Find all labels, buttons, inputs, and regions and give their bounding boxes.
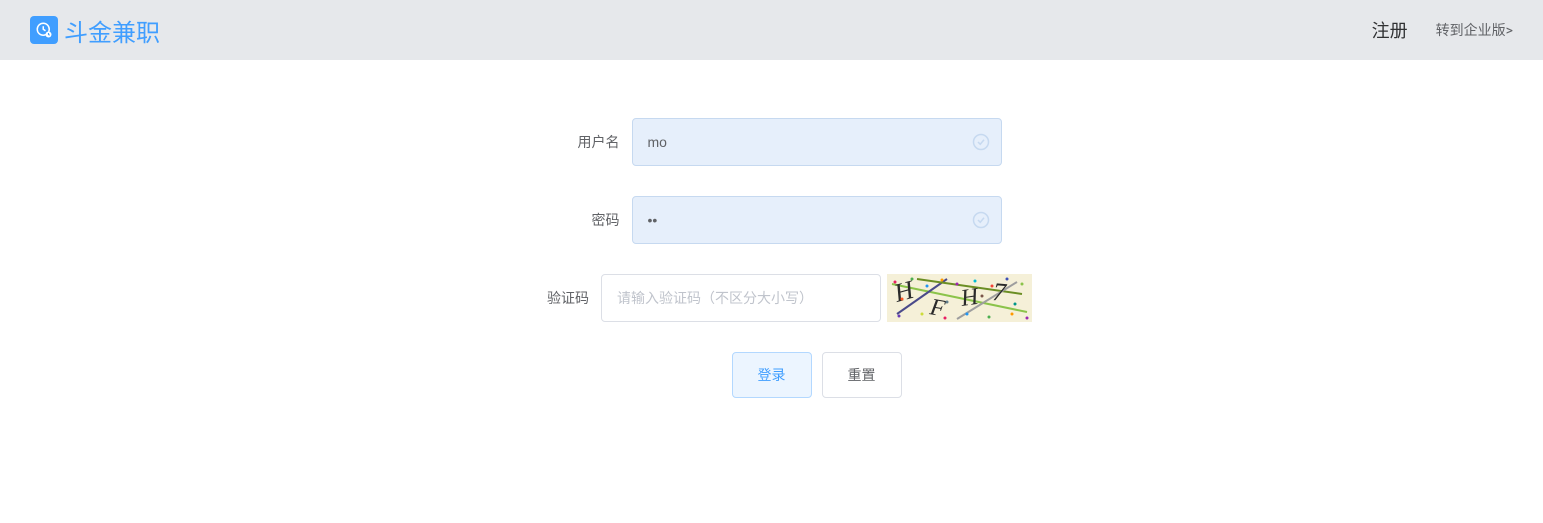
- reset-button[interactable]: 重置: [822, 352, 902, 398]
- captcha-input-wrapper: [601, 274, 881, 322]
- clock-logo-icon: [30, 16, 58, 44]
- password-input-wrapper: [632, 196, 1002, 244]
- enterprise-link[interactable]: 转到企业版>: [1436, 20, 1513, 40]
- register-link[interactable]: 注册: [1372, 17, 1408, 43]
- check-icon: [972, 133, 990, 151]
- login-form: 用户名 密码 验证码: [272, 118, 1272, 398]
- brand-name: 斗金兼职: [64, 13, 160, 48]
- username-label: 用户名: [542, 132, 632, 152]
- username-input-wrapper: [632, 118, 1002, 166]
- password-label: 密码: [542, 210, 632, 230]
- check-icon: [972, 211, 990, 229]
- username-row: 用户名: [292, 118, 1252, 166]
- captcha-input[interactable]: [601, 274, 881, 322]
- button-row: 登录 重置: [382, 352, 1252, 398]
- captcha-image[interactable]: H F H 7: [887, 274, 1032, 322]
- captcha-label: 验证码: [511, 288, 601, 308]
- login-button[interactable]: 登录: [732, 352, 812, 398]
- logo-area[interactable]: 斗金兼职: [30, 13, 160, 48]
- password-row: 密码: [292, 196, 1252, 244]
- password-input[interactable]: [632, 196, 1002, 244]
- header-right: 注册 转到企业版>: [1372, 17, 1513, 43]
- captcha-row: 验证码 H F H 7: [292, 274, 1252, 322]
- header: 斗金兼职 注册 转到企业版>: [0, 0, 1543, 60]
- username-input[interactable]: [632, 118, 1002, 166]
